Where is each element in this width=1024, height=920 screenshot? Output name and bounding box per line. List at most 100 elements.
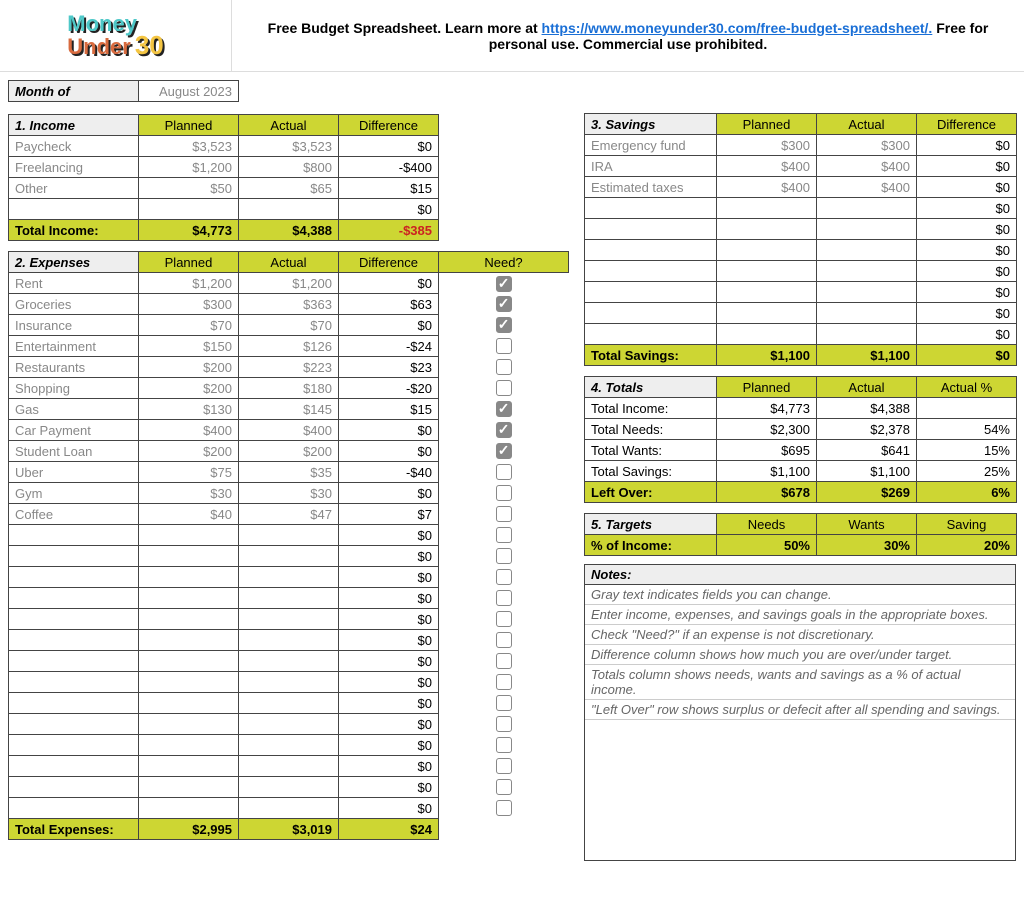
income-actual[interactable] (239, 199, 339, 220)
savings-label[interactable] (585, 324, 717, 345)
expense-label[interactable] (9, 609, 139, 630)
savings-label[interactable] (585, 303, 717, 324)
savings-planned[interactable] (717, 240, 817, 261)
expense-actual[interactable]: $145 (239, 399, 339, 420)
expense-planned[interactable]: $200 (139, 357, 239, 378)
savings-label[interactable] (585, 198, 717, 219)
savings-planned[interactable] (717, 198, 817, 219)
savings-label[interactable] (585, 240, 717, 261)
savings-planned[interactable]: $400 (717, 156, 817, 177)
need-checkbox[interactable] (496, 653, 512, 669)
expense-actual[interactable]: $126 (239, 336, 339, 357)
expense-actual[interactable] (239, 735, 339, 756)
need-checkbox[interactable] (496, 422, 512, 438)
income-actual[interactable]: $800 (239, 157, 339, 178)
need-checkbox[interactable] (496, 800, 512, 816)
expense-label[interactable] (9, 672, 139, 693)
expense-actual[interactable] (239, 525, 339, 546)
expense-planned[interactable] (139, 609, 239, 630)
expense-planned[interactable]: $200 (139, 441, 239, 462)
need-checkbox[interactable] (496, 338, 512, 354)
savings-label[interactable] (585, 261, 717, 282)
income-planned[interactable] (139, 199, 239, 220)
income-planned[interactable]: $3,523 (139, 136, 239, 157)
expense-label[interactable]: Student Loan (9, 441, 139, 462)
savings-actual[interactable] (817, 303, 917, 324)
savings-planned[interactable]: $400 (717, 177, 817, 198)
savings-actual[interactable] (817, 198, 917, 219)
savings-actual[interactable] (817, 240, 917, 261)
need-checkbox[interactable] (496, 485, 512, 501)
savings-actual[interactable] (817, 219, 917, 240)
savings-actual[interactable] (817, 261, 917, 282)
expense-planned[interactable] (139, 546, 239, 567)
expense-actual[interactable] (239, 630, 339, 651)
need-checkbox[interactable] (496, 527, 512, 543)
income-actual[interactable]: $65 (239, 178, 339, 199)
expense-actual[interactable]: $70 (239, 315, 339, 336)
expense-label[interactable] (9, 735, 139, 756)
income-label[interactable]: Other (9, 178, 139, 199)
expense-planned[interactable]: $150 (139, 336, 239, 357)
savings-actual[interactable]: $300 (817, 135, 917, 156)
expense-planned[interactable] (139, 525, 239, 546)
expense-planned[interactable] (139, 567, 239, 588)
need-checkbox[interactable] (496, 716, 512, 732)
expense-label[interactable] (9, 630, 139, 651)
need-checkbox[interactable] (496, 359, 512, 375)
expense-actual[interactable]: $47 (239, 504, 339, 525)
expense-actual[interactable] (239, 798, 339, 819)
expense-label[interactable]: Shopping (9, 378, 139, 399)
expense-actual[interactable]: $1,200 (239, 273, 339, 294)
expense-label[interactable]: Rent (9, 273, 139, 294)
expense-planned[interactable]: $200 (139, 378, 239, 399)
expense-planned[interactable]: $300 (139, 294, 239, 315)
savings-actual[interactable]: $400 (817, 177, 917, 198)
savings-label[interactable] (585, 282, 717, 303)
income-planned[interactable]: $1,200 (139, 157, 239, 178)
need-checkbox[interactable] (496, 737, 512, 753)
expense-label[interactable]: Groceries (9, 294, 139, 315)
savings-actual[interactable] (817, 282, 917, 303)
expense-label[interactable] (9, 756, 139, 777)
income-planned[interactable]: $50 (139, 178, 239, 199)
expense-planned[interactable] (139, 777, 239, 798)
need-checkbox[interactable] (496, 464, 512, 480)
need-checkbox[interactable] (496, 611, 512, 627)
need-checkbox[interactable] (496, 317, 512, 333)
savings-planned[interactable] (717, 219, 817, 240)
need-checkbox[interactable] (496, 779, 512, 795)
savings-planned[interactable] (717, 282, 817, 303)
income-label[interactable]: Freelancing (9, 157, 139, 178)
expense-label[interactable] (9, 777, 139, 798)
expense-label[interactable] (9, 588, 139, 609)
income-actual[interactable]: $3,523 (239, 136, 339, 157)
need-checkbox[interactable] (496, 506, 512, 522)
income-label[interactable] (9, 199, 139, 220)
expense-label[interactable]: Uber (9, 462, 139, 483)
expense-label[interactable] (9, 546, 139, 567)
expense-actual[interactable] (239, 693, 339, 714)
expense-planned[interactable]: $400 (139, 420, 239, 441)
need-checkbox[interactable] (496, 569, 512, 585)
expense-planned[interactable] (139, 651, 239, 672)
income-label[interactable]: Paycheck (9, 136, 139, 157)
expense-planned[interactable] (139, 588, 239, 609)
savings-label[interactable]: Emergency fund (585, 135, 717, 156)
expense-planned[interactable] (139, 672, 239, 693)
expense-actual[interactable] (239, 756, 339, 777)
expense-planned[interactable] (139, 798, 239, 819)
savings-planned[interactable] (717, 324, 817, 345)
expense-actual[interactable]: $363 (239, 294, 339, 315)
need-checkbox[interactable] (496, 695, 512, 711)
expense-label[interactable]: Car Payment (9, 420, 139, 441)
expense-label[interactable] (9, 567, 139, 588)
savings-actual[interactable]: $400 (817, 156, 917, 177)
month-value[interactable]: August 2023 (139, 81, 239, 102)
expense-label[interactable] (9, 798, 139, 819)
expense-actual[interactable]: $200 (239, 441, 339, 462)
expense-label[interactable] (9, 525, 139, 546)
savings-label[interactable]: Estimated taxes (585, 177, 717, 198)
expense-planned[interactable]: $40 (139, 504, 239, 525)
expense-planned[interactable] (139, 756, 239, 777)
